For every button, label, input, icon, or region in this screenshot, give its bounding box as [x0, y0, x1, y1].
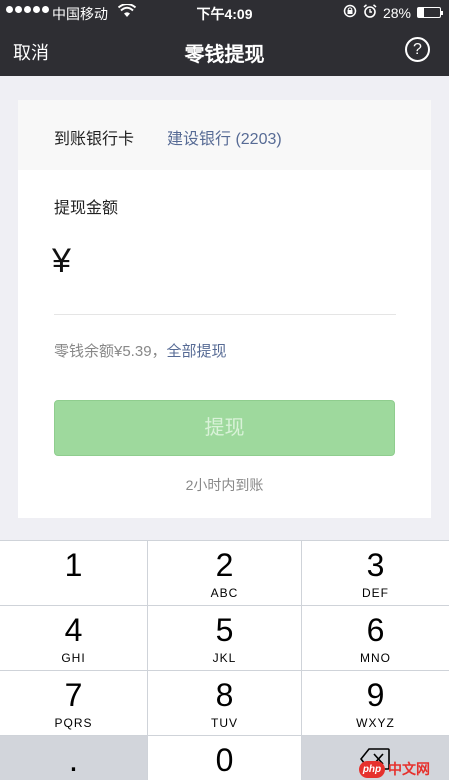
battery-icon	[417, 7, 443, 18]
balance-row: 零钱余额¥5.39，全部提现	[54, 340, 227, 361]
status-bar: 中国移动 下午4:09 28%	[0, 0, 449, 24]
key-5[interactable]: 5 JKL	[148, 606, 301, 670]
bank-card-selector[interactable]: 建设银行 (2203)	[167, 125, 282, 149]
currency-symbol: ¥	[52, 242, 71, 280]
bank-card-label: 到账银行卡	[54, 131, 135, 148]
rotation-lock-icon	[343, 4, 357, 21]
battery-percentage: 28%	[382, 4, 411, 21]
watermark-badge: php	[359, 760, 385, 778]
key-9[interactable]: 9 WXYZ	[302, 671, 449, 735]
balance-text: 零钱余额¥5.39，	[54, 343, 167, 360]
key-3[interactable]: 3 DEF	[302, 541, 449, 605]
key-0[interactable]: 0	[148, 736, 301, 780]
key-7[interactable]: 7 PQRS	[0, 671, 147, 735]
bank-card-row[interactable]: 到账银行卡 建设银行 (2203)	[18, 100, 431, 170]
withdraw-all-link[interactable]: 全部提现	[167, 343, 227, 360]
watermark-logo: php 中文网	[359, 758, 430, 780]
numeric-keypad: 1 2 ABC 3 DEF 4 GHI 5 JKL 6 MNO 7 PQRS 8 TUV 9W…	[0, 540, 449, 780]
withdraw-card: 到账银行卡 建设银行 (2203) 提现金额 ¥ 零钱余额¥5.39，全部提现 …	[18, 100, 431, 518]
key-6[interactable]: 6 MNO	[302, 606, 449, 670]
key-4[interactable]: 4 GHI	[0, 606, 147, 670]
alarm-icon	[363, 4, 377, 21]
key-decimal[interactable]: .	[0, 736, 147, 780]
key-1[interactable]: 1	[0, 541, 147, 605]
divider	[54, 314, 396, 315]
withdraw-button[interactable]: 提现	[54, 400, 395, 456]
navigation-bar: 取消 零钱提现 ?	[0, 24, 449, 76]
page-title: 零钱提现	[184, 44, 265, 66]
watermark-text: 中文网	[388, 761, 430, 777]
amount-label: 提现金额	[54, 200, 119, 217]
amount-input[interactable]	[98, 240, 388, 284]
help-button[interactable]: ?	[405, 37, 430, 62]
key-2[interactable]: 2 ABC	[148, 541, 301, 605]
arrival-time-note: 2小时内到账	[185, 477, 264, 493]
key-8[interactable]: 8 TUV	[148, 671, 301, 735]
